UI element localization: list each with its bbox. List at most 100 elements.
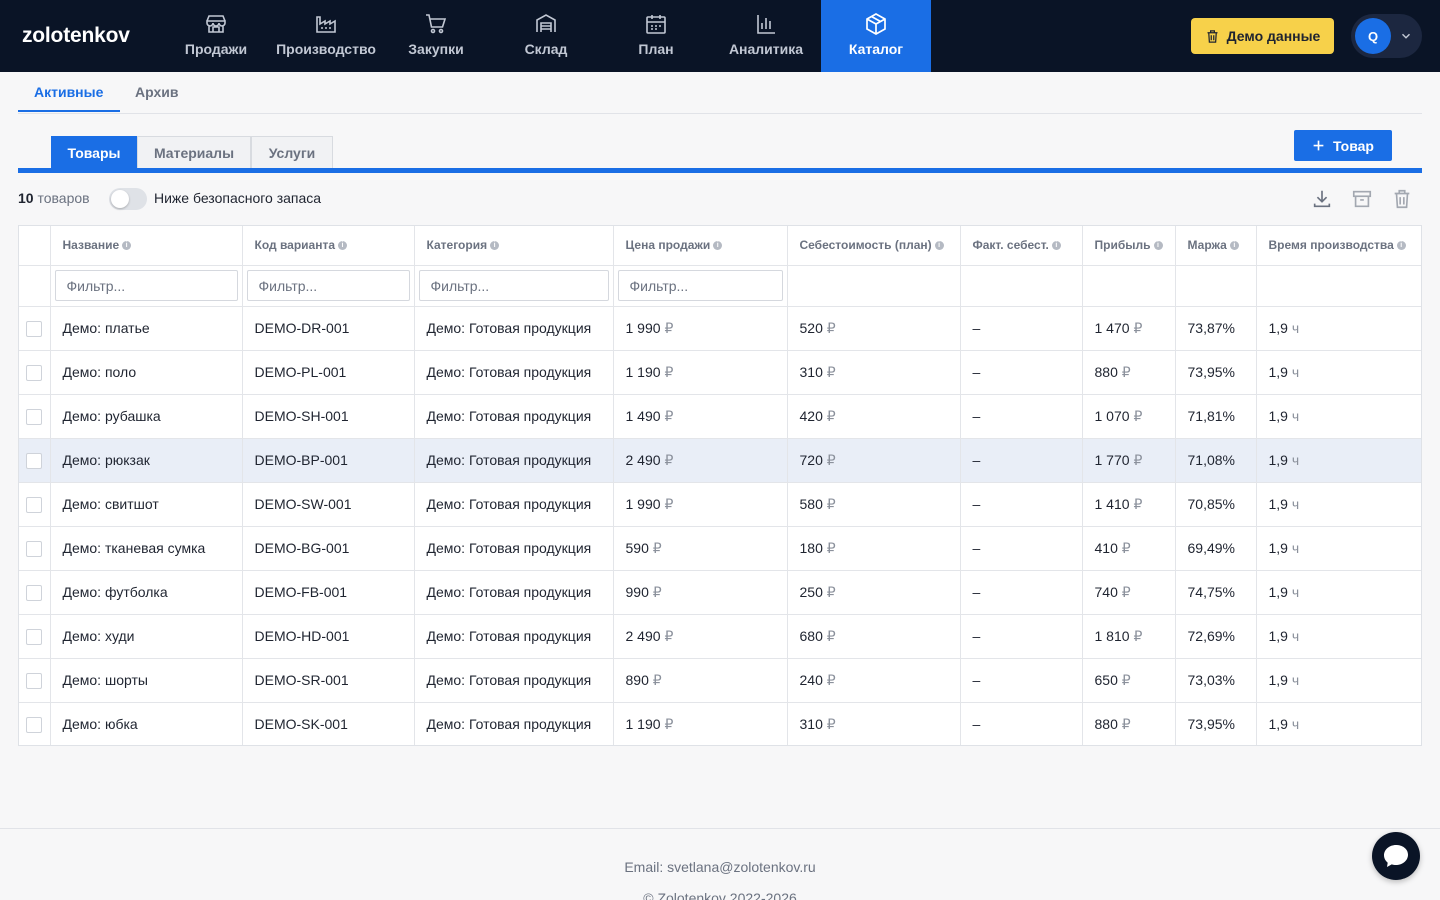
tab-goods[interactable]: Товары — [51, 136, 137, 168]
table-row[interactable]: Демо: юбка DEMO-SK-001 Демо: Готовая проду… — [19, 702, 1421, 745]
currency-symbol: ₽ — [652, 671, 662, 688]
cell-cost-fact: – — [960, 614, 1083, 659]
nav-analytics[interactable]: Аналитика — [711, 0, 821, 72]
cell-sku-value: DEMO-BG-001 — [254, 540, 350, 556]
tab-active[interactable]: Активные — [34, 84, 103, 100]
table-row[interactable]: Демо: тканевая сумка DEMO-BG-001 Демо: Гот… — [19, 526, 1421, 571]
info-icon[interactable]: i — [1396, 241, 1406, 251]
cell-name-value: Демо: шорты — [62, 672, 148, 688]
cart-icon — [426, 14, 447, 34]
nav-catalog[interactable]: Каталог — [821, 0, 931, 72]
column-header-cost-plan[interactable]: Себестоимость (план) i — [787, 226, 961, 266]
filter-name-input[interactable] — [54, 270, 238, 301]
footer-email[interactable]: Email: svetlana@zolotenkov.ru — [0, 859, 1440, 875]
currency-symbol: ₽ — [1133, 495, 1143, 512]
info-icon[interactable]: i — [1051, 241, 1061, 251]
user-menu[interactable]: Q — [1351, 14, 1422, 58]
tab-archive[interactable]: Архив — [135, 84, 178, 100]
info-icon[interactable]: i — [1229, 241, 1239, 251]
archive-icon[interactable] — [1351, 188, 1373, 210]
cell-margin-value: 73,95% — [1187, 364, 1235, 380]
info-icon[interactable]: i — [1153, 241, 1163, 251]
chat-button[interactable] — [1372, 832, 1420, 880]
cell-production-time: 1,9 ч — [1256, 526, 1421, 571]
info-icon[interactable]: i — [338, 241, 348, 251]
filter-category-input[interactable] — [418, 270, 609, 301]
nav-sales[interactable]: Продажи — [161, 0, 271, 72]
tab-materials[interactable]: Материалы — [137, 136, 251, 168]
row-checkbox[interactable] — [26, 672, 43, 689]
info-icon[interactable]: i — [934, 241, 944, 251]
row-checkbox[interactable] — [26, 320, 43, 337]
cell-cost-fact: – — [960, 482, 1083, 527]
cell-profit-value: 1 070 — [1094, 407, 1130, 424]
cell-production-time-value: 1,9 — [1268, 452, 1288, 468]
row-checkbox[interactable] — [26, 364, 43, 381]
add-product-button[interactable]: Товар — [1294, 130, 1392, 161]
row-checkbox[interactable] — [26, 716, 43, 733]
app-logo[interactable]: zolotenkov — [22, 24, 130, 48]
row-checkbox[interactable] — [26, 584, 43, 601]
cell-margin: 69,49% — [1175, 526, 1257, 571]
cell-cost-plan-value: 310 — [799, 715, 823, 732]
column-header-category[interactable]: Категория i — [414, 226, 614, 266]
table-row[interactable]: Демо: свитшот DEMO-SW-001 Демо: Готовая пр… — [19, 482, 1421, 527]
nav-production[interactable]: Производство — [271, 0, 381, 72]
cell-name: Демо: рубашка — [50, 394, 243, 439]
table-row[interactable]: Демо: футболка DEMO-FB-001 Демо: Готовая п… — [19, 570, 1421, 615]
info-icon[interactable]: i — [122, 241, 132, 251]
cell-sku-value: DEMO-BP-001 — [254, 452, 348, 468]
column-header-name[interactable]: Название i — [50, 226, 243, 266]
table-row[interactable]: Демо: худи DEMO-HD-001 Демо: Готовая проду… — [19, 614, 1421, 659]
box-icon — [866, 13, 886, 35]
row-checkbox[interactable] — [26, 628, 43, 645]
column-header-margin[interactable]: Маржа i — [1175, 226, 1257, 266]
cell-production-time-value: 1,9 — [1268, 408, 1288, 424]
demo-data-button[interactable]: Демо данные — [1191, 18, 1334, 54]
table-row[interactable]: Демо: платье DEMO-DR-001 Демо: Готовая про… — [19, 306, 1421, 351]
cell-price: 2 490 ₽ — [613, 438, 788, 483]
info-icon[interactable]: i — [713, 241, 723, 251]
row-checkbox[interactable] — [26, 540, 43, 557]
cell-price-value: 990 — [625, 583, 649, 600]
nav-plan[interactable]: План — [601, 0, 711, 72]
column-header-cost-fact[interactable]: Факт. себест. i — [960, 226, 1083, 266]
nav-warehouse[interactable]: Склад — [491, 0, 601, 72]
table-row[interactable]: Демо: поло DEMO-PL-001 Демо: Готовая проду… — [19, 350, 1421, 395]
download-icon[interactable] — [1311, 188, 1333, 210]
currency-symbol: ₽ — [826, 583, 836, 600]
table-row[interactable]: Демо: шорты DEMO-SR-001 Демо: Готовая прод… — [19, 658, 1421, 703]
row-select-cell — [19, 526, 51, 571]
row-checkbox[interactable] — [26, 408, 43, 425]
row-select-cell — [19, 350, 51, 395]
cell-sku: DEMO-SR-001 — [242, 658, 415, 703]
cell-price-value: 2 490 — [625, 451, 661, 468]
row-checkbox[interactable] — [26, 452, 43, 469]
factory-icon — [316, 16, 336, 33]
column-header-price[interactable]: Цена продажи i — [613, 226, 788, 266]
filter-sku-input[interactable] — [246, 270, 410, 301]
cell-cost-fact-value: – — [972, 364, 981, 380]
column-header-sku[interactable]: Код варианта i — [242, 226, 415, 266]
row-checkbox[interactable] — [26, 496, 43, 513]
currency-symbol: ₽ — [1133, 319, 1143, 336]
nav-purchases[interactable]: Закупки — [381, 0, 491, 72]
filter-price-input[interactable] — [617, 270, 783, 301]
cell-margin-value: 73,95% — [1187, 716, 1235, 732]
table-row[interactable]: Демо: рубашка DEMO-SH-001 Демо: Готовая пр… — [19, 394, 1421, 439]
table-row[interactable]: Демо: рюкзак DEMO-BP-001 Демо: Готовая про… — [19, 438, 1421, 483]
currency-symbol: ₽ — [826, 319, 836, 336]
delete-icon[interactable] — [1391, 188, 1413, 210]
info-icon[interactable]: i — [490, 241, 500, 251]
column-header-production-time[interactable]: Время производства i — [1256, 226, 1421, 266]
cell-name-value: Демо: платье — [62, 320, 150, 336]
below-safety-stock-toggle[interactable] — [109, 188, 147, 210]
cell-price-value: 1 190 — [625, 363, 661, 380]
cell-cost-plan: 240 ₽ — [787, 658, 961, 703]
tab-services[interactable]: Услуги — [251, 136, 333, 168]
cell-category: Демо: Готовая продукция — [414, 702, 614, 745]
column-header-profit[interactable]: Прибыль i — [1082, 226, 1176, 266]
top-navbar: zolotenkov Продажи Производство Закупки … — [0, 0, 1440, 72]
cell-profit-value: 1 410 — [1094, 495, 1130, 512]
nav-label: План — [638, 41, 674, 57]
